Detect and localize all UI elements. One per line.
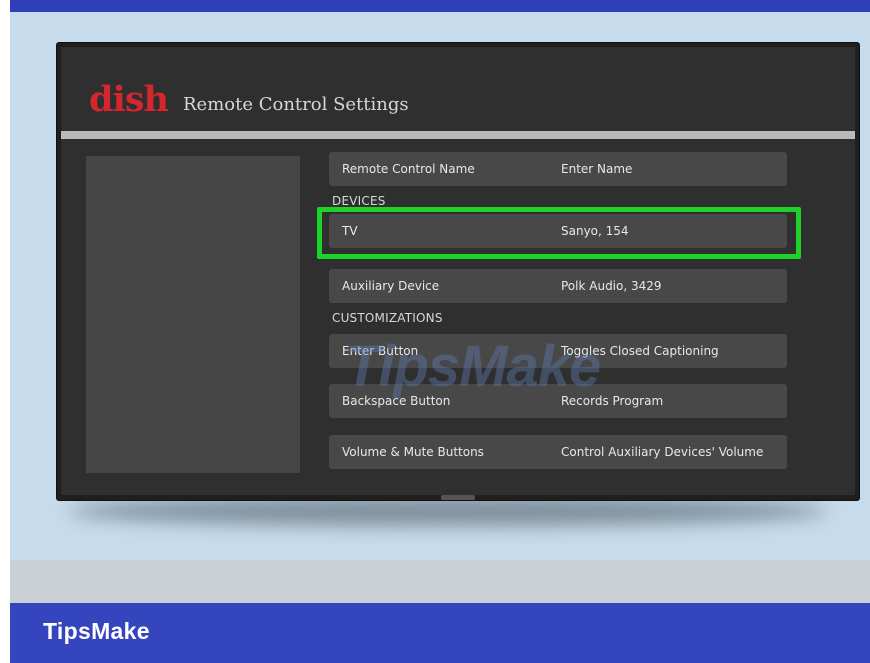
footer-bar: TipsMake (10, 603, 870, 663)
row-value: Records Program (561, 394, 664, 408)
row-value: Polk Audio, 3429 (561, 279, 662, 293)
row-backspace-button[interactable]: Backspace Button Records Program (329, 384, 787, 418)
row-volume-mute-buttons[interactable]: Volume & Mute Buttons Control Auxiliary … (329, 435, 787, 469)
header-divider (61, 131, 855, 139)
row-remote-control-name[interactable]: Remote Control Name Enter Name (329, 152, 787, 186)
footer-brand: TipsMake (43, 618, 150, 644)
preview-pane (86, 156, 300, 473)
section-customizations: CUSTOMIZATIONS (332, 311, 443, 325)
tv-shadow (68, 496, 828, 526)
tv-screen: dish Remote Control Settings Remote Cont… (61, 47, 855, 495)
row-label: Remote Control Name (342, 162, 475, 176)
illustration-frame: dish Remote Control Settings Remote Cont… (10, 0, 870, 663)
row-enter-button[interactable]: Enter Button Toggles Closed Captioning (329, 334, 787, 368)
tv-stand (441, 495, 475, 500)
row-label: Auxiliary Device (342, 279, 440, 293)
row-auxiliary-device[interactable]: Auxiliary Device Polk Audio, 3429 (329, 269, 787, 303)
row-label: Backspace Button (342, 394, 451, 408)
top-border (10, 0, 870, 12)
selection-highlight (317, 207, 801, 259)
row-value: Control Auxiliary Devices' Volume (561, 445, 764, 459)
row-label: Enter Button (342, 344, 419, 358)
page-title: Remote Control Settings (183, 94, 409, 115)
dish-logo: dish (89, 79, 169, 120)
row-label: Volume & Mute Buttons (342, 445, 484, 459)
floor-strip (10, 560, 870, 603)
row-value: Enter Name (561, 162, 633, 176)
television: dish Remote Control Settings Remote Cont… (57, 43, 859, 500)
section-devices: DEVICES (332, 194, 386, 208)
row-value: Toggles Closed Captioning (561, 344, 719, 358)
